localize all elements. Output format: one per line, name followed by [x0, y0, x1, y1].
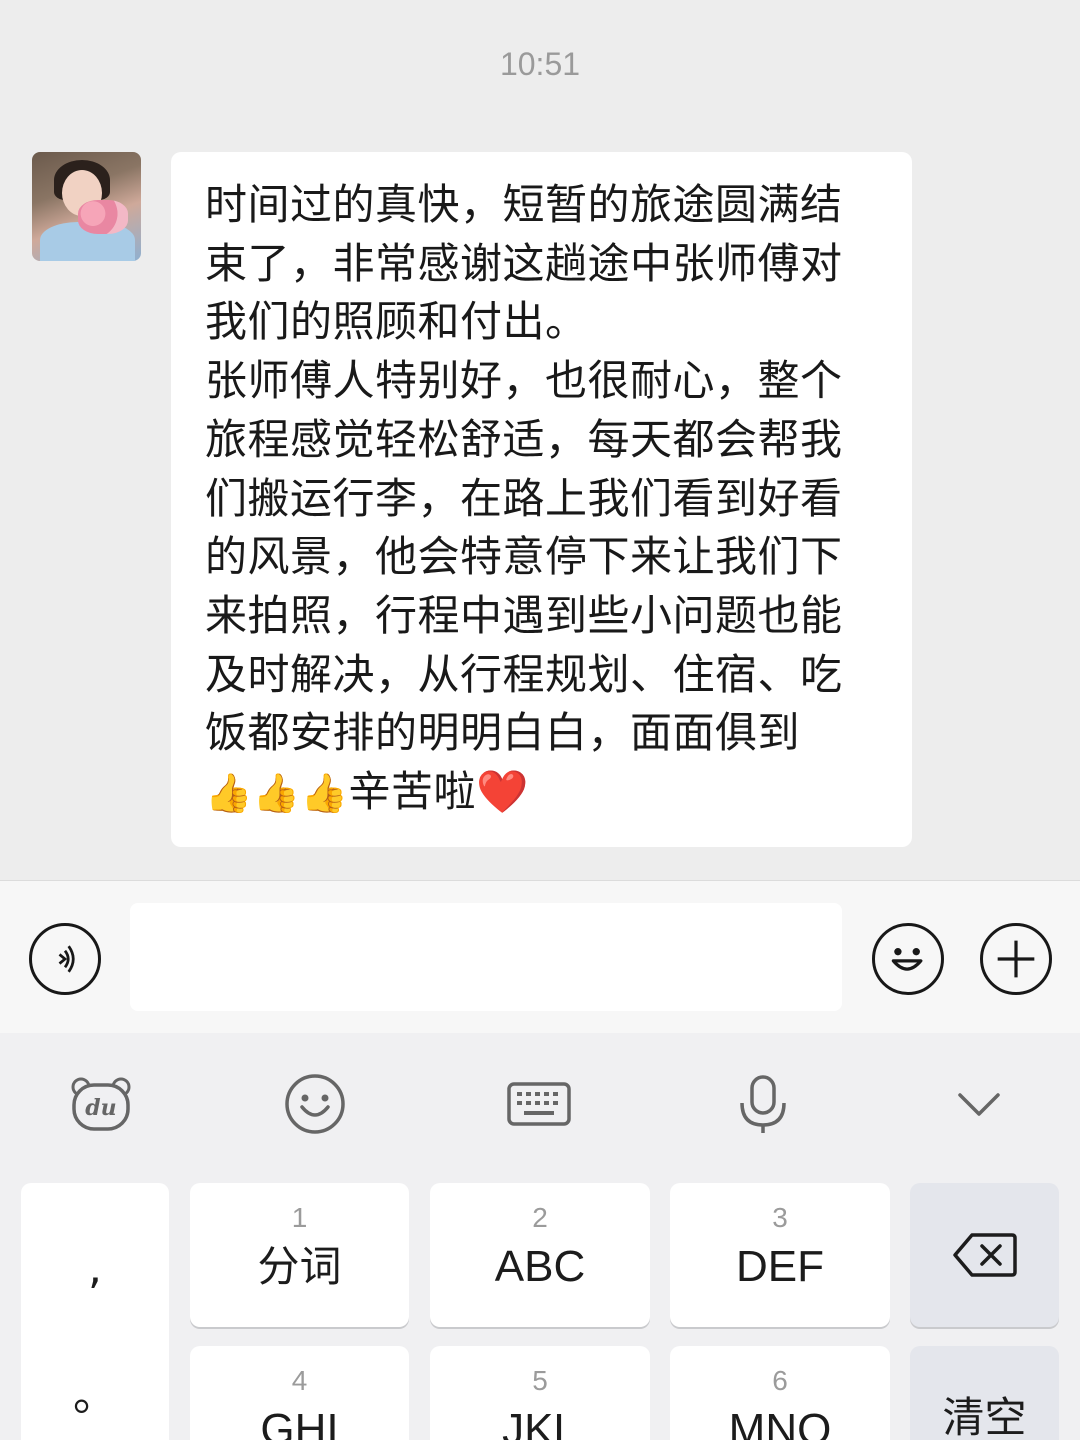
delete-key[interactable]: [910, 1183, 1059, 1327]
contact-avatar[interactable]: [32, 152, 141, 261]
comma-key[interactable]: ,: [21, 1243, 169, 1294]
thumbs-up-emoji: 👍👍👍: [205, 771, 349, 816]
key-label: GHI: [260, 1405, 339, 1440]
microphone-icon[interactable]: [730, 1071, 796, 1137]
clear-label: 清空: [942, 1393, 1027, 1440]
key-number: 4: [291, 1365, 308, 1396]
key-1[interactable]: 1 分词: [190, 1183, 409, 1327]
avatar-flowers: [78, 200, 128, 234]
chat-area[interactable]: 10:51 时间过的真快，短暂的旅途圆满结束了，非常感谢这趟途中张师傅对我们的照…: [0, 0, 1080, 880]
du-bear-icon[interactable]: du: [68, 1071, 134, 1137]
message-bubble[interactable]: 时间过的真快，短暂的旅途圆满结束了，非常感谢这趟途中张师傅对我们的照顾和付出。张…: [171, 152, 912, 847]
message-tail-text: 辛苦啦: [348, 767, 476, 817]
key-3[interactable]: 3 DEF: [670, 1183, 890, 1327]
punctuation-column[interactable]: , 。: [21, 1183, 169, 1440]
key-label: ABC: [494, 1242, 586, 1291]
plus-icon: [997, 940, 1035, 978]
message-input[interactable]: [130, 903, 842, 1011]
voice-icon: [58, 945, 75, 973]
key-number: 5: [532, 1365, 548, 1396]
chevron-down-icon[interactable]: [946, 1071, 1012, 1137]
period-key[interactable]: 。: [21, 1359, 169, 1423]
message-timestamp: 10:51: [499, 46, 581, 82]
key-6[interactable]: 6 MNO: [670, 1346, 890, 1440]
du-label: du: [85, 1095, 116, 1121]
key-label: DEF: [736, 1242, 824, 1291]
key-number: 1: [291, 1202, 308, 1233]
more-button[interactable]: [980, 923, 1052, 995]
smiley-icon: [891, 948, 923, 971]
input-bar: [0, 880, 1080, 1033]
key-5[interactable]: 5 JKL: [430, 1346, 650, 1440]
keyboard-icon[interactable]: [506, 1071, 572, 1137]
voice-button[interactable]: [29, 923, 101, 995]
key-number: 2: [532, 1202, 548, 1233]
key-4[interactable]: 4 GHI: [190, 1346, 409, 1440]
key-number: 6: [772, 1365, 788, 1396]
clear-key[interactable]: 清空: [910, 1346, 1059, 1440]
key-label: MNO: [728, 1405, 832, 1440]
message-text: 时间过的真快，短暂的旅途圆满结束了，非常感谢这趟途中张师傅对我们的照顾和付出。张…: [205, 176, 884, 823]
key-label: 分词: [257, 1242, 342, 1291]
message-body: 时间过的真快，短暂的旅途圆满结束了，非常感谢这趟途中张师傅对我们的照顾和付出。张…: [205, 180, 843, 758]
key-number: 3: [772, 1202, 788, 1233]
key-label: JKL: [502, 1405, 578, 1440]
keyboard: , 。 1 分词 2 ABC 3 DEF 4 GHI 5 JKL 6 MNO 清…: [0, 1173, 1080, 1440]
backspace-icon: [953, 1233, 1017, 1277]
heart-emoji: ❤️: [475, 767, 529, 817]
emoji-button[interactable]: [872, 923, 944, 995]
emoji-icon[interactable]: [282, 1071, 348, 1137]
key-2[interactable]: 2 ABC: [430, 1183, 650, 1327]
keyboard-toolbar: du: [0, 1033, 1080, 1173]
